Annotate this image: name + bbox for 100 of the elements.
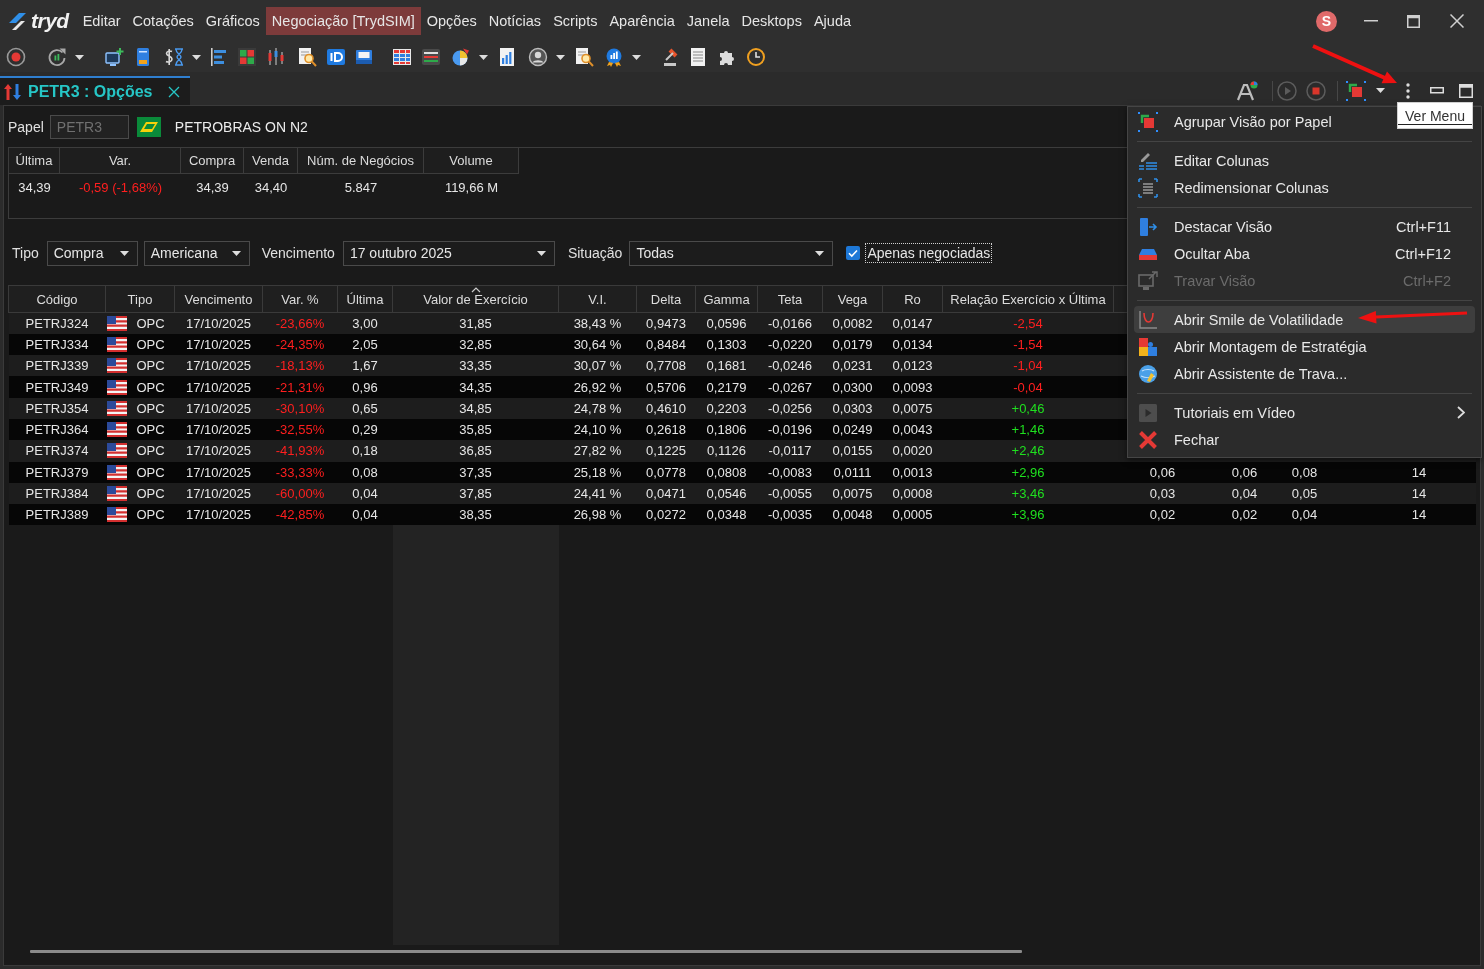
table-cell: 0,0075 xyxy=(882,397,943,419)
column-header[interactable]: Teta xyxy=(757,285,823,313)
chart-badge-icon[interactable] xyxy=(604,47,624,67)
close-icon[interactable] xyxy=(168,85,181,98)
table-cell: 0,2203 xyxy=(695,397,758,419)
font-color-icon[interactable] xyxy=(1236,80,1258,101)
column-header[interactable]: Tipo xyxy=(105,285,175,313)
table-cell: 27,82 % xyxy=(558,440,637,462)
dropdown[interactable]: Americana xyxy=(143,240,250,266)
caret-icon[interactable] xyxy=(479,54,488,60)
align-left-icon[interactable] xyxy=(209,47,229,67)
menu-item[interactable]: Ajuda xyxy=(807,7,858,35)
menu-item[interactable]: Editar xyxy=(76,7,127,35)
caret-icon[interactable] xyxy=(556,54,565,60)
table-cell: +3,46 xyxy=(942,482,1114,505)
table-cell: 0,0808 xyxy=(695,461,758,483)
column-header[interactable]: Vega xyxy=(822,285,883,313)
dropdown[interactable]: 17 outubro 2025 xyxy=(342,240,555,266)
clock-icon[interactable] xyxy=(746,47,766,67)
menu-item[interactable]: Aparência xyxy=(603,7,681,35)
table-row[interactable]: PETRJ389 OPC 17/10/2025 -42,85% 0,04 38,35 26,98 % 0,0272 0,0348 -0,0035 0,0048 0,0005 +3,96 0,02 0,02 0,04 14 xyxy=(8,504,1476,526)
caret-icon[interactable] xyxy=(632,54,641,60)
column-header[interactable]: Valor de Exercício xyxy=(392,285,559,313)
menu-item[interactable]: Notícias xyxy=(482,7,548,35)
shortcut-label: Ctrl+F12 xyxy=(1395,245,1451,262)
table-cell: 24,10 % xyxy=(558,419,637,441)
dropdown[interactable]: Todas xyxy=(629,240,834,266)
menu-item[interactable]: Abrir Smile de Volatilidade xyxy=(1134,306,1475,333)
column-header[interactable]: Var. % xyxy=(262,285,338,313)
quote-value: 5.847 xyxy=(343,178,379,197)
user-circle-icon[interactable] xyxy=(528,47,548,67)
table-cell: OPC xyxy=(136,486,165,501)
group-icon[interactable] xyxy=(1346,80,1366,101)
table-row[interactable]: PETRJ379 OPC 17/10/2025 -33,33% 0,08 37,35 25,18 % 0,0778 0,0808 -0,0083 0,0111 0,0013 +2,96 0,06 0,06 0,08 14 xyxy=(8,461,1476,483)
inbox-icon[interactable] xyxy=(354,47,374,67)
column-header[interactable]: V.I. xyxy=(558,285,637,313)
column-header[interactable]: Última xyxy=(337,285,393,313)
document-search-icon[interactable] xyxy=(574,47,594,67)
menu-item[interactable]: Negociação [TrydSIM] xyxy=(265,7,421,35)
us-flag-icon xyxy=(106,336,127,352)
menu-item[interactable]: Opções xyxy=(420,7,483,35)
id-card-icon[interactable] xyxy=(326,47,346,67)
table-cell: 33,35 xyxy=(392,355,559,377)
table-row[interactable]: PETRJ384 OPC 17/10/2025 -60,00% 0,04 37,85 24,41 % 0,0471 0,0546 -0,0055 0,0075 0,0008 +3,46 0,03 0,04 0,05 14 xyxy=(8,482,1476,505)
column-header[interactable]: Ro xyxy=(882,285,943,313)
table-icon[interactable] xyxy=(392,47,412,67)
column-header[interactable]: Vencimento xyxy=(174,285,263,313)
logo-icon xyxy=(7,11,27,31)
minimize-icon[interactable] xyxy=(1364,20,1378,22)
menu-item[interactable]: Scripts xyxy=(547,7,604,35)
dollar-hourglass-icon[interactable] xyxy=(164,47,184,67)
tooltip: Ver Menu xyxy=(1397,102,1473,129)
column-header[interactable]: Código xyxy=(8,285,106,313)
menu-item[interactable]: Desktops xyxy=(735,7,808,35)
menu-item[interactable]: Agrupar Visão por Papel xyxy=(1134,108,1389,135)
maximize-icon[interactable] xyxy=(1407,14,1420,28)
caret-icon[interactable] xyxy=(119,250,129,256)
checkbox[interactable] xyxy=(846,246,861,260)
menu-item[interactable]: Ocultar Aba Ctrl+F12 xyxy=(1134,240,1475,267)
quote-value: 34,39 xyxy=(17,178,52,197)
refresh-icon[interactable] xyxy=(47,47,67,67)
more-vertical-icon[interactable] xyxy=(1406,82,1410,99)
document-lines-icon[interactable] xyxy=(688,47,708,67)
caret-icon[interactable] xyxy=(192,54,201,60)
caret-icon[interactable] xyxy=(1376,88,1385,93)
column-header[interactable]: Gamma xyxy=(695,285,758,313)
caret-icon[interactable] xyxy=(75,54,84,60)
table-cell: -24,35% xyxy=(262,333,338,356)
menu-item[interactable]: Destacar Visão Ctrl+F11 xyxy=(1134,213,1475,240)
table-cell: PETRJ354 xyxy=(8,397,106,419)
column-header[interactable]: Relação Exercício x Última xyxy=(942,285,1114,313)
stop-circle-icon[interactable] xyxy=(1306,80,1326,101)
dropdown[interactable]: Compra xyxy=(46,240,138,266)
minimize-view-icon[interactable] xyxy=(1430,87,1444,94)
maximize-view-icon[interactable] xyxy=(1459,83,1473,98)
list-icon[interactable] xyxy=(421,47,441,67)
document-search-icon[interactable] xyxy=(297,47,317,67)
menu-item[interactable]: Redimensionar Colunas xyxy=(1134,174,1475,201)
column-header[interactable]: Delta xyxy=(636,285,696,313)
stop-icon[interactable] xyxy=(6,47,26,67)
grid-icon[interactable] xyxy=(237,47,257,67)
menu-item[interactable]: Janela xyxy=(680,7,736,35)
caret-icon[interactable] xyxy=(536,250,546,256)
table-cell: 36,85 xyxy=(392,440,559,462)
pie-chart-icon[interactable] xyxy=(451,47,471,67)
close-icon[interactable] xyxy=(1450,14,1464,28)
scrollbar-thumb[interactable] xyxy=(30,950,1022,953)
tab[interactable]: PETR3 : Opções xyxy=(0,76,190,105)
table-cell: 17/10/2025 xyxy=(174,355,263,377)
caret-icon[interactable] xyxy=(815,250,825,256)
checkbox-label[interactable]: Apenas negociadas xyxy=(865,243,993,263)
menu-item[interactable]: Gráficos xyxy=(199,7,266,35)
menu-item[interactable]: Editar Colunas xyxy=(1134,147,1475,174)
bar-chart-icon[interactable] xyxy=(497,47,517,67)
monitor-plus-icon[interactable] xyxy=(104,47,124,67)
stock-name: PETROBRAS ON N2 xyxy=(174,119,308,135)
quote-value: -0,59 (-1,68%) xyxy=(77,178,164,197)
candlestick-icon[interactable] xyxy=(266,47,286,67)
menu-item[interactable]: Cotações xyxy=(126,7,200,35)
caret-icon[interactable] xyxy=(231,250,241,256)
